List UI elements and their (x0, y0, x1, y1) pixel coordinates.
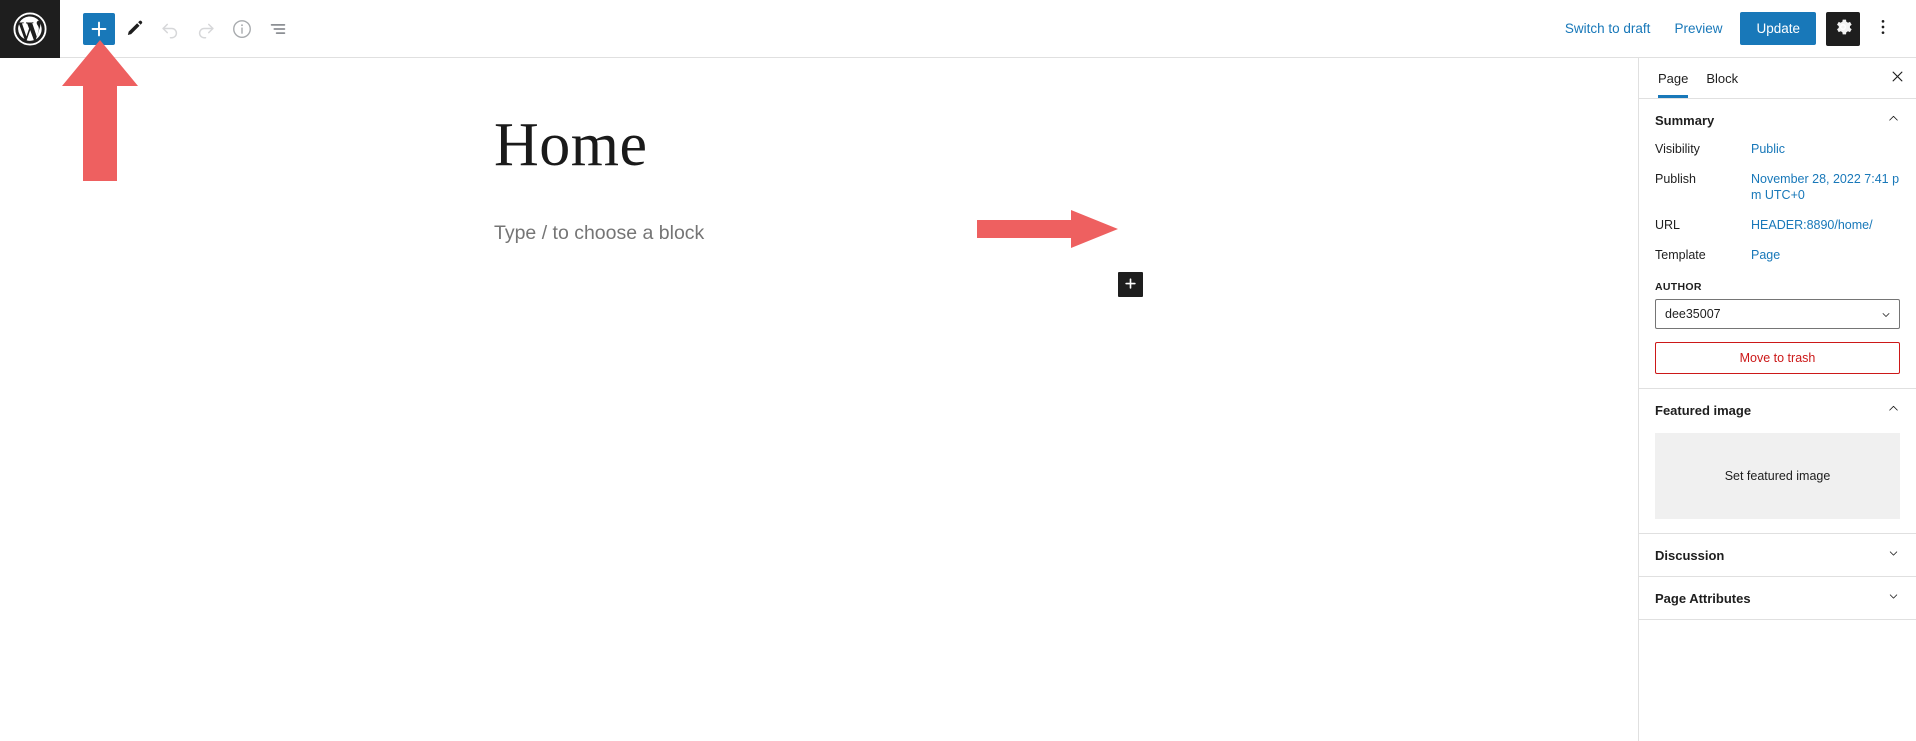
panel-featured-image-header[interactable]: Featured image (1639, 389, 1916, 431)
close-x-icon (1890, 69, 1905, 87)
undo-arrow-icon (159, 18, 181, 40)
author-select-wrap: dee35007 (1655, 299, 1900, 329)
info-circle-icon (231, 18, 253, 40)
panel-summary-body: Visibility Public Publish November 28, 2… (1639, 141, 1916, 388)
publish-label: Publish (1655, 172, 1696, 186)
url-value-button[interactable]: HEADER:8890/home/ (1751, 217, 1900, 233)
chevron-up-icon (1887, 402, 1900, 418)
panel-discussion-title: Discussion (1655, 547, 1725, 563)
undo-button[interactable] (153, 12, 187, 46)
pencil-tools-icon (123, 18, 145, 40)
document-info-button[interactable] (225, 12, 259, 46)
update-button[interactable]: Update (1740, 12, 1816, 45)
row-template: Template Page (1655, 247, 1900, 263)
panel-discussion: Discussion (1639, 534, 1916, 577)
set-featured-image-button[interactable]: Set featured image (1655, 433, 1900, 519)
close-sidebar-button[interactable] (1882, 63, 1912, 93)
chevron-down-icon (1887, 547, 1900, 563)
panel-page-attributes-header[interactable]: Page Attributes (1639, 577, 1916, 619)
panel-discussion-header[interactable]: Discussion (1639, 534, 1916, 576)
panel-featured-image-title: Featured image (1655, 402, 1752, 418)
settings-sidebar: Page Block Summary Visibility Public Pub… (1638, 58, 1916, 741)
row-url: URL HEADER:8890/home/ (1655, 217, 1900, 233)
redo-arrow-icon (195, 18, 217, 40)
more-options-button[interactable] (1866, 12, 1900, 46)
template-value-button[interactable]: Page (1751, 247, 1900, 263)
three-dots-vertical-icon (1873, 17, 1893, 40)
panel-featured-image-body: Set featured image (1639, 433, 1916, 533)
tab-page[interactable]: Page (1649, 59, 1697, 98)
settings-button[interactable] (1826, 11, 1860, 46)
chevron-up-icon (1887, 112, 1900, 128)
tools-pencil-button[interactable] (117, 12, 151, 46)
panel-page-attributes: Page Attributes (1639, 577, 1916, 620)
visibility-value-button[interactable]: Public (1751, 141, 1900, 157)
row-visibility: Visibility Public (1655, 141, 1900, 157)
chevron-down-icon (1887, 590, 1900, 606)
panel-summary: Summary Visibility Public Publish Novemb… (1639, 99, 1916, 389)
page-title[interactable]: Home (494, 111, 648, 179)
panel-summary-title: Summary (1655, 112, 1715, 128)
add-block-button[interactable] (83, 12, 115, 45)
url-label: URL (1655, 218, 1681, 232)
gear-icon (1833, 17, 1853, 40)
top-bar-right-actions: Switch to draft Preview Update (1553, 11, 1916, 46)
wordpress-logo-button[interactable] (0, 0, 60, 58)
panel-summary-header[interactable]: Summary (1639, 99, 1916, 141)
inline-add-block-button[interactable] (1118, 272, 1143, 297)
wordpress-block-editor: Switch to draft Preview Update Home Type… (0, 0, 1916, 741)
editor-top-bar: Switch to draft Preview Update (0, 0, 1916, 58)
tab-block[interactable]: Block (1697, 59, 1747, 97)
plus-icon (1123, 276, 1138, 294)
row-publish: Publish November 28, 2022 7:41 pm UTC+0 (1655, 171, 1900, 203)
switch-to-draft-button[interactable]: Switch to draft (1553, 13, 1663, 44)
author-label: AUTHOR (1655, 281, 1702, 293)
visibility-label: Visibility (1655, 142, 1700, 156)
block-placeholder-text[interactable]: Type / to choose a block (494, 222, 704, 245)
editor-canvas: Home Type / to choose a block (0, 58, 1638, 741)
panel-page-attributes-title: Page Attributes (1655, 590, 1751, 606)
sidebar-tabs: Page Block (1639, 58, 1916, 99)
preview-button[interactable]: Preview (1662, 13, 1734, 44)
list-view-icon (267, 18, 289, 40)
move-to-trash-button[interactable]: Move to trash (1655, 342, 1900, 374)
wordpress-logo-icon (13, 11, 47, 46)
list-view-button[interactable] (261, 12, 295, 46)
template-label: Template (1655, 248, 1706, 262)
publish-date-button[interactable]: November 28, 2022 7:41 pm UTC+0 (1751, 171, 1900, 203)
panel-featured-image: Featured image Set featured image (1639, 389, 1916, 534)
author-select[interactable]: dee35007 (1655, 299, 1900, 329)
redo-button[interactable] (189, 12, 223, 46)
top-bar-left-tools (60, 12, 295, 46)
